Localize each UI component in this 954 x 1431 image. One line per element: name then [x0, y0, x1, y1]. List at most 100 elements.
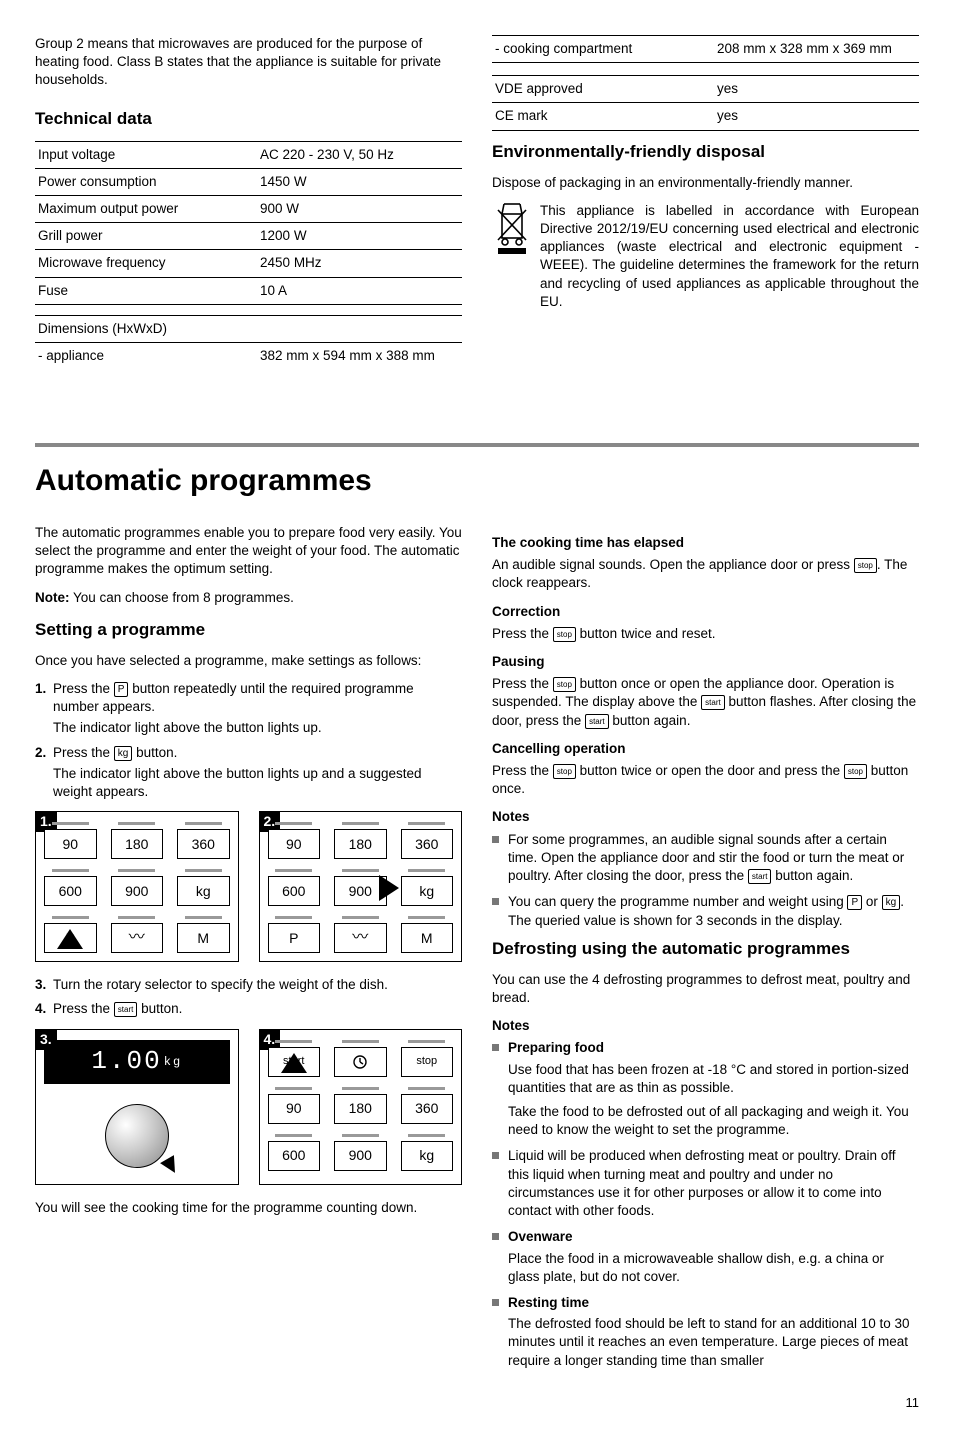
- btn-900: 900: [334, 1134, 387, 1171]
- spec-value: AC 220 - 230 V, 50 Hz: [257, 141, 462, 168]
- btn-m: M: [401, 916, 454, 953]
- auto-section: The automatic programmes enable you to p…: [35, 524, 919, 1378]
- dims-appliance-value: 382 mm x 594 mm x 388 mm: [257, 343, 462, 370]
- btn-kg: kg: [401, 1134, 454, 1171]
- note-item: You can query the programme number and w…: [492, 893, 919, 929]
- prep-food-item: Preparing food Use food that has been fr…: [492, 1039, 919, 1139]
- arrow-right-icon: [379, 875, 399, 901]
- start-button-icon: start: [585, 714, 609, 729]
- btn-wave: 〰: [334, 916, 387, 953]
- btn-600: 600: [44, 869, 97, 906]
- spec-value: 1200 W: [257, 223, 462, 250]
- spec-value: 900 W: [257, 196, 462, 223]
- cooking-comp-label: - cooking compartment: [492, 36, 714, 63]
- spec-label: Grill power: [35, 223, 257, 250]
- panel-3: 3. 1.00kg: [35, 1029, 239, 1185]
- p-button-icon: P: [114, 682, 129, 697]
- dims-appliance-label: - appliance: [35, 343, 257, 370]
- note-item: For some programmes, an audible signal s…: [492, 831, 919, 886]
- notes-heading: Notes: [492, 808, 919, 826]
- step-2: 2. Press the kg button. The indicator li…: [35, 744, 462, 802]
- stop-button-icon: stop: [553, 677, 576, 692]
- page-number: 11: [35, 1394, 919, 1412]
- panel-4: 4. start stop 90 180 360 600 900 kg: [259, 1029, 463, 1185]
- btn-180: 180: [334, 1087, 387, 1124]
- clock-icon: [352, 1054, 368, 1070]
- step1-sub: The indicator light above the button lig…: [53, 719, 462, 737]
- stop-button-icon: stop: [553, 764, 576, 779]
- btn-90: 90: [268, 1087, 321, 1124]
- btn-wave: 〰: [111, 916, 164, 953]
- cancel-heading: Cancelling operation: [492, 740, 919, 758]
- kg-button-icon: kg: [114, 746, 133, 761]
- top-right-col: - cooking compartment208 mm x 328 mm x 3…: [492, 35, 919, 373]
- defrost-heading: Defrosting using the automatic programme…: [492, 938, 919, 961]
- panel-1: 1. 90 180 360 600 900 kg P 〰 M: [35, 811, 239, 962]
- btn-360: 360: [177, 822, 230, 859]
- btn-180: 180: [334, 822, 387, 859]
- steps-list-34: 3.Turn the rotary selector to specify th…: [35, 976, 462, 1018]
- btn-360: 360: [401, 1087, 454, 1124]
- dims-heading: Dimensions (HxWxD): [35, 315, 462, 342]
- arrow-up-icon: [57, 929, 83, 949]
- step-4: 4.Press the start button.: [35, 1000, 462, 1018]
- btn-600: 600: [268, 1134, 321, 1171]
- panels-3-4: 3. 1.00kg 4. start stop 90 180 3: [35, 1029, 462, 1185]
- tech-data-table: Input voltageAC 220 - 230 V, 50 Hz Power…: [35, 141, 462, 305]
- btn-start: start: [268, 1040, 321, 1077]
- auto-left-col: The automatic programmes enable you to p…: [35, 524, 462, 1378]
- env-disposal-heading: Environmentally-friendly disposal: [492, 141, 919, 164]
- weee-icon: [492, 202, 532, 257]
- countdown-text: You will see the cooking time for the pr…: [35, 1199, 462, 1217]
- auto-note: Note: You can choose from 8 programmes.: [35, 589, 462, 607]
- auto-right-col: The cooking time has elapsed An audible …: [492, 524, 919, 1378]
- approval-label: VDE approved: [492, 76, 714, 103]
- top-section: Group 2 means that microwaves are produc…: [35, 35, 919, 373]
- btn-600: 600: [268, 869, 321, 906]
- dial-arrow-icon: [160, 1155, 182, 1177]
- spec-label: Input voltage: [35, 141, 257, 168]
- spec-value: 10 A: [257, 277, 462, 304]
- start-button-icon: start: [701, 695, 725, 710]
- kg-button-icon: kg: [882, 895, 901, 910]
- spec-value: 1450 W: [257, 168, 462, 195]
- spec-label: Fuse: [35, 277, 257, 304]
- steps-list: 1. Press the P button repeatedly until t…: [35, 680, 462, 801]
- spec-label: Microwave frequency: [35, 250, 257, 277]
- arrow-up-icon: [281, 1053, 307, 1073]
- display-readout: 1.00kg: [44, 1040, 230, 1084]
- btn-kg: kg: [401, 869, 454, 906]
- pausing-text: Press the stop button once or open the a…: [492, 675, 919, 730]
- cancel-text: Press the stop button twice or open the …: [492, 762, 919, 798]
- defrost-notes-list: Preparing food Use food that has been fr…: [492, 1039, 919, 1370]
- elapsed-heading: The cooking time has elapsed: [492, 534, 919, 552]
- btn-m: M: [177, 916, 230, 953]
- setting-intro: Once you have selected a programme, make…: [35, 652, 462, 670]
- setting-programme-heading: Setting a programme: [35, 619, 462, 642]
- approval-value: yes: [714, 76, 919, 103]
- auto-programmes-heading: Automatic programmes: [35, 461, 919, 502]
- panel-badge-3: 3.: [35, 1029, 57, 1050]
- rotary-dial: [97, 1096, 177, 1176]
- notes-list: For some programmes, an audible signal s…: [492, 831, 919, 930]
- panel-2: 2. 90 180 360 600 900 kg P 〰 M: [259, 811, 463, 962]
- class-b-intro: Group 2 means that microwaves are produc…: [35, 35, 462, 90]
- start-button-icon: start: [748, 869, 772, 884]
- spec-label: Maximum output power: [35, 196, 257, 223]
- defrost-intro: You can use the 4 defrosting programmes …: [492, 971, 919, 1007]
- elapsed-text: An audible signal sounds. Open the appli…: [492, 556, 919, 592]
- defrost-notes-heading: Notes: [492, 1017, 919, 1035]
- auto-intro: The automatic programmes enable you to p…: [35, 524, 462, 579]
- p-button-icon: P: [847, 895, 862, 910]
- btn-kg: kg: [177, 869, 230, 906]
- btn-360: 360: [401, 822, 454, 859]
- approvals-table: VDE approvedyes CE markyes: [492, 75, 919, 130]
- resting-item: Resting time The defrosted food should b…: [492, 1294, 919, 1370]
- cooking-comp-value: 208 mm x 328 mm x 369 mm: [714, 36, 919, 63]
- btn-180: 180: [111, 822, 164, 859]
- dims-table: Dimensions (HxWxD) - appliance382 mm x 5…: [35, 315, 462, 369]
- env-intro: Dispose of packaging in an environmental…: [492, 174, 919, 192]
- step-3: 3.Turn the rotary selector to specify th…: [35, 976, 462, 994]
- correction-text: Press the stop button twice and reset.: [492, 625, 919, 643]
- ovenware-item: Ovenware Place the food in a microwaveab…: [492, 1228, 919, 1286]
